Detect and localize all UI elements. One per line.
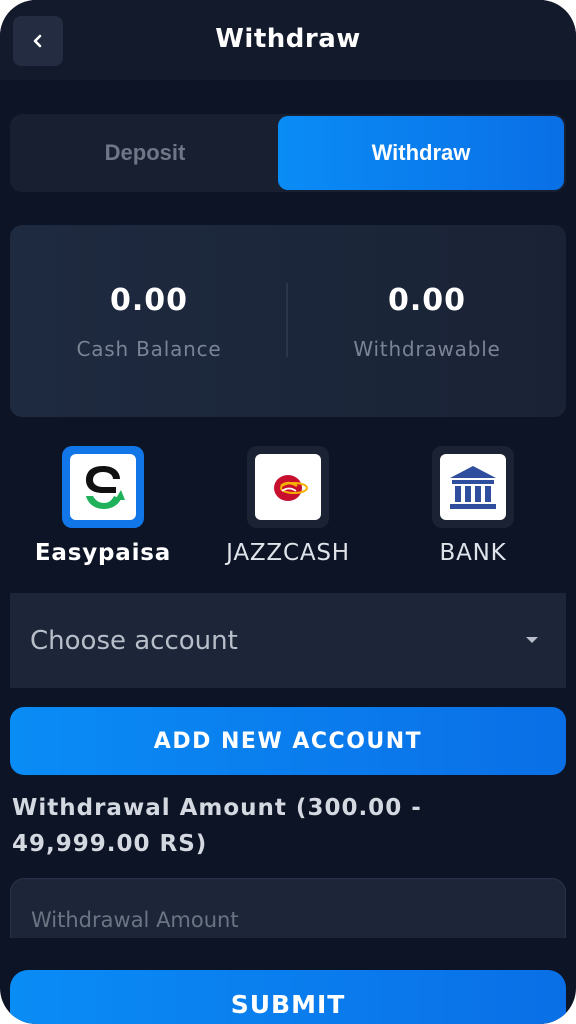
cash-balance: 0.00 Cash Balance — [10, 225, 288, 417]
method-bank[interactable]: BANK — [398, 446, 548, 566]
withdrawal-amount-input[interactable] — [10, 878, 566, 938]
tab-deposit[interactable]: Deposit — [10, 114, 280, 192]
method-bank-tile[interactable] — [432, 446, 514, 528]
method-easypaisa[interactable]: Easypaisa — [28, 446, 178, 566]
method-bank-label: BANK — [439, 540, 507, 566]
add-new-account-button[interactable]: ADD NEW ACCOUNT — [10, 707, 566, 775]
app-frame: Withdraw Deposit Withdraw 0.00 Cash Bala… — [0, 0, 576, 1024]
method-jazzcash-label: JAZZCASH — [226, 540, 350, 566]
method-easypaisa-label: Easypaisa — [34, 540, 172, 566]
bank-icon — [450, 466, 496, 509]
jazzcash-logo-icon — [274, 475, 308, 501]
withdrawable-label: Withdrawable — [353, 337, 501, 361]
balance-card: 0.00 Cash Balance 0.00 Withdrawable — [10, 225, 566, 417]
tab-withdraw[interactable]: Withdraw — [278, 116, 564, 190]
cash-balance-label: Cash Balance — [76, 337, 222, 361]
method-jazzcash[interactable]: JAZZCASH — [213, 446, 363, 566]
easypaisa-logo-icon — [86, 466, 125, 509]
submit-button[interactable]: SUBMIT — [10, 970, 566, 1024]
method-easypaisa-tile[interactable] — [62, 446, 144, 528]
method-jazzcash-tile[interactable] — [247, 446, 329, 528]
page-title: Withdraw — [215, 24, 361, 54]
withdrawable-balance: 0.00 Withdrawable — [288, 225, 566, 417]
choose-account-placeholder: Choose account — [30, 625, 238, 656]
cash-balance-value: 0.00 — [109, 283, 189, 318]
deposit-withdraw-tabs: Deposit Withdraw — [10, 114, 566, 192]
caret-down-icon — [526, 637, 538, 643]
withdrawable-value: 0.00 — [387, 283, 467, 318]
choose-account-select[interactable]: Choose account — [10, 593, 566, 688]
app-header: Withdraw — [0, 0, 576, 80]
withdrawal-amount-label: Withdrawal Amount (300.00 - 49,999.00 RS… — [12, 795, 422, 857]
